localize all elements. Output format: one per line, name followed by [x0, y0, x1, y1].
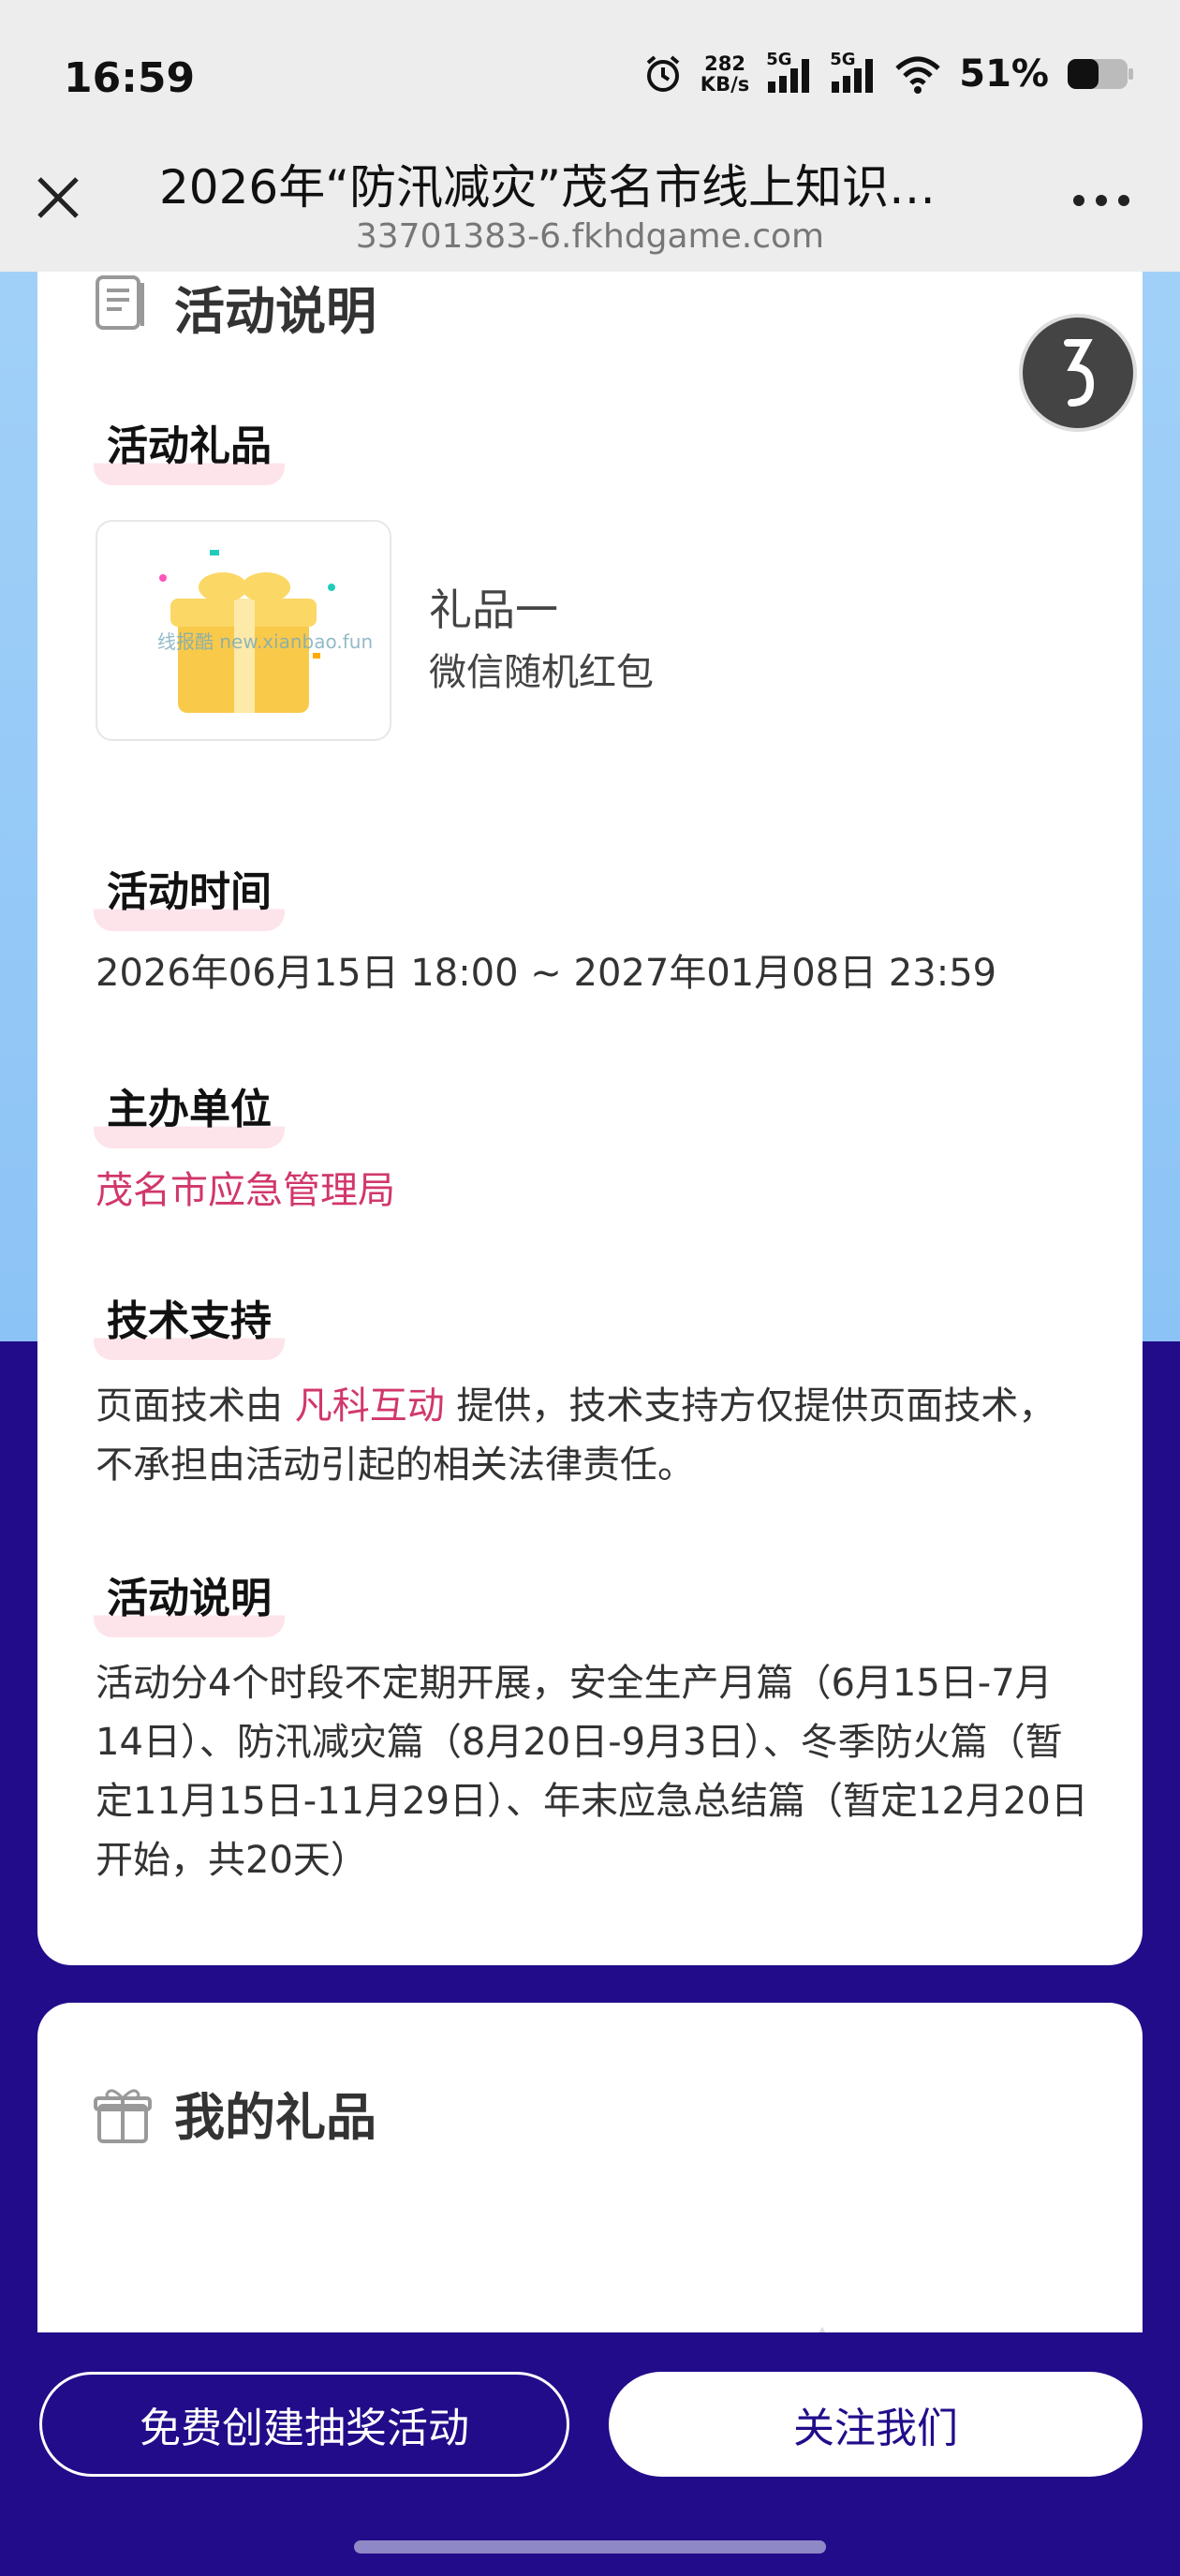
gift-description: 微信随机红包	[429, 651, 654, 694]
time-label: 活动时间	[94, 858, 285, 931]
card-title: 活动说明	[174, 282, 376, 341]
net-speed-value: 282	[704, 52, 745, 75]
signal-1: 5G	[766, 50, 813, 95]
status-icons: 282 KB/s 5G 5G 51%	[642, 50, 1135, 96]
desc-label: 活动说明	[94, 1564, 285, 1637]
page-url: 33701383-6.fkhdgame.com	[355, 217, 825, 256]
home-indicator[interactable]	[354, 2540, 826, 2554]
gift-name: 礼品一	[429, 585, 558, 635]
status-time: 16:59	[64, 54, 196, 102]
gift-icon	[94, 2089, 152, 2143]
bottom-action-bar: 免费创建抽奖活动 关注我们	[0, 2332, 1180, 2576]
time-value: 2026年06月15日 18:00 ~ 2027年01月08日 23:59	[96, 952, 997, 995]
gift-watermark: 线报酷 new.xianbao.fun	[157, 630, 374, 653]
battery-icon	[1068, 59, 1133, 89]
wifi-icon	[895, 56, 940, 94]
browser-chrome: 16:59 282 KB/s 5G 5G 51% 2026年“防汛减灾”茂名市线…	[0, 0, 1180, 272]
net-speed: 282 KB/s	[701, 53, 749, 95]
organizer-label: 主办单位	[94, 1075, 285, 1148]
page-title: 2026年“防汛减灾”茂名市线上知识…	[159, 160, 937, 215]
tech-text-prefix: 页面技术由	[96, 1384, 295, 1428]
close-icon[interactable]	[34, 173, 82, 222]
create-lottery-button[interactable]: 免费创建抽奖活动	[39, 2372, 569, 2477]
gift-image: 线报酷 new.xianbao.fun	[96, 520, 391, 741]
signal-bars-icon	[832, 59, 874, 93]
follow-us-button[interactable]: 关注我们	[609, 2372, 1143, 2477]
tech-label: 技术支持	[94, 1287, 285, 1360]
document-icon	[96, 275, 144, 330]
tech-text: 页面技术由 凡科互动 提供，技术支持方仅提供页面技术，不承担由活动引起的相关法律…	[96, 1377, 1088, 1495]
organizer-value: 茂名市应急管理局	[96, 1169, 395, 1212]
desc-text: 活动分4个时段不定期开展，安全生产月篇（6月15日-7月14日）、防汛减灾篇（8…	[96, 1662, 1088, 1882]
signal-2: 5G	[830, 50, 877, 95]
battery-percent: 51%	[959, 52, 1049, 96]
music-note-icon	[1064, 339, 1095, 407]
alarm-icon	[646, 55, 680, 92]
music-toggle-button[interactable]	[1019, 314, 1137, 432]
more-menu-icon[interactable]	[1073, 195, 1129, 206]
net-speed-unit: KB/s	[700, 73, 750, 96]
gifts-label: 活动礼品	[94, 412, 285, 485]
tech-company-link[interactable]: 凡科互动	[295, 1384, 445, 1428]
activity-info-card: 活动说明 活动礼品 线报酷 new.xianbao.fun 礼品一 微信随机红包…	[37, 215, 1143, 1965]
card-title: 我的礼品	[174, 2088, 376, 2147]
signal-bars-icon	[768, 59, 810, 93]
